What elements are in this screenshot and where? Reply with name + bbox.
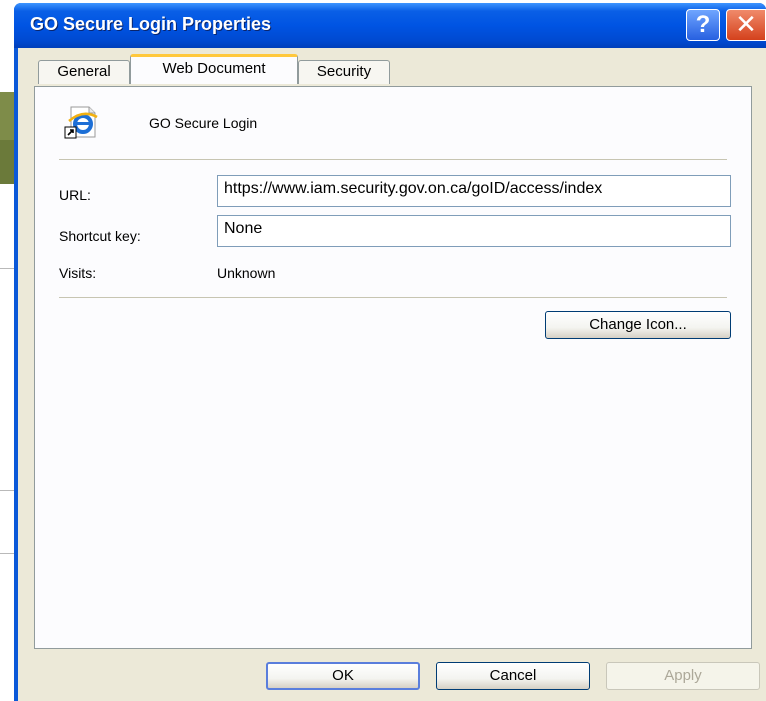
tab-web-document[interactable]: Web Document bbox=[130, 54, 298, 84]
window-title: GO Secure Login Properties bbox=[30, 14, 272, 34]
apply-button[interactable]: Apply bbox=[606, 662, 760, 690]
dialog-client-area: General Web Document Security GO Secure … bbox=[18, 48, 766, 701]
properties-dialog: GO Secure Login Properties ? ✕ General W… bbox=[14, 3, 766, 701]
cancel-button[interactable]: Cancel bbox=[436, 662, 590, 690]
visits-value: Unknown bbox=[217, 265, 276, 281]
background-divider bbox=[0, 268, 14, 269]
tab-general[interactable]: General bbox=[38, 60, 130, 84]
shortcut-key-label: Shortcut key: bbox=[59, 228, 141, 244]
document-name: GO Secure Login bbox=[149, 115, 258, 131]
separator bbox=[59, 159, 727, 160]
background-image-fragment-top bbox=[0, 92, 14, 140]
background-divider bbox=[0, 553, 14, 554]
title-bar[interactable]: GO Secure Login Properties ? ✕ bbox=[14, 3, 766, 48]
visits-label: Visits: bbox=[59, 265, 97, 281]
url-label: URL: bbox=[59, 187, 91, 203]
close-button[interactable]: ✕ bbox=[726, 9, 766, 41]
internet-explorer-shortcut-icon bbox=[64, 106, 98, 139]
help-button[interactable]: ? bbox=[686, 9, 720, 41]
tab-security[interactable]: Security bbox=[298, 60, 390, 84]
separator bbox=[59, 297, 727, 298]
background-divider bbox=[0, 490, 14, 491]
ok-button[interactable]: OK bbox=[266, 662, 420, 690]
url-field[interactable]: https://www.iam.security.gov.on.ca/goID/… bbox=[217, 175, 731, 207]
change-icon-button[interactable]: Change Icon... bbox=[545, 311, 731, 339]
shortcut-key-field[interactable]: None bbox=[217, 215, 731, 247]
web-document-panel: GO Secure Login URL: https://www.iam.sec… bbox=[34, 86, 752, 649]
